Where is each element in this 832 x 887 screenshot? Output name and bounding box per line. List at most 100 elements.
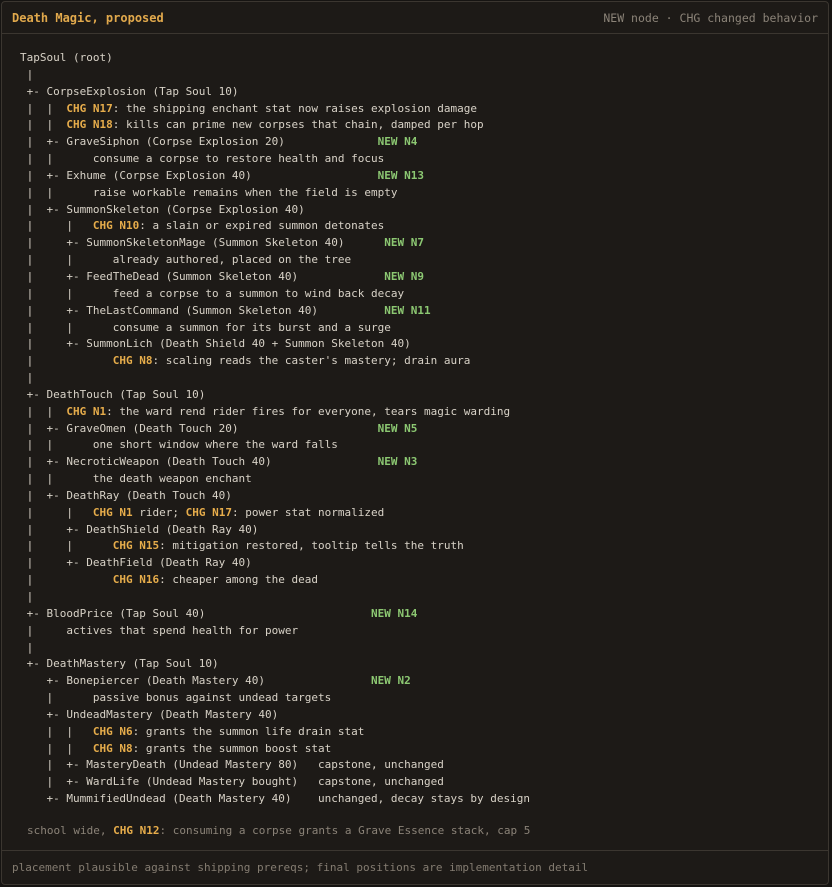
tree-text: | | consume a corpse to restore health a… [20,152,385,166]
tree-line: | +- MasteryDeath (Undead Mastery 80) ca… [20,757,530,774]
tree-line: | +- DeathRay (Death Touch 40) [20,488,530,505]
tree-text: | | [20,118,67,132]
tree-text: | [20,640,34,654]
tree-text: | +- GraveOmen (Death Touch 20) [20,421,378,435]
new-tag: NEW N9 [384,269,424,283]
chg-tag: CHG N17 [185,505,232,519]
tree-line: | +- TheLastCommand (Summon Skeleton 40)… [20,303,530,320]
tree-line: +- DeathMastery (Tap Soul 10) [20,656,530,673]
chg-tag: CHG N18 [66,118,113,132]
tree-text: | +- DeathRay (Death Touch 40) [20,488,232,502]
note-text: : consuming a corpse grants a Grave Esse… [159,824,531,837]
tree-line: | passive bonus against undead targets [20,690,530,707]
panel-footer: placement plausible against shipping pre… [2,850,828,884]
panel-header: Death Magic, proposed NEW node · CHG cha… [2,2,828,34]
tree-text: : scaling reads the caster's mastery; dr… [152,354,471,368]
tree-text: | | [20,101,67,115]
tree-line: +- DeathTouch (Tap Soul 10) [20,387,530,404]
panel-title: Death Magic, proposed [12,10,164,25]
diagram-panel: Death Magic, proposed NEW node · CHG cha… [1,1,829,885]
tree-text: | +- SummonSkeleton (Corpse Explosion 40… [20,202,305,216]
new-tag: NEW N13 [377,168,424,182]
tree-text: | | already authored, placed on the tree [20,253,352,267]
tree-text: +- Bonepiercer (Death Mastery 40) [20,674,371,688]
tree-line: | [20,67,530,84]
new-tag: NEW N5 [377,421,418,435]
tree-text: | [20,371,34,385]
tree-text: : the shipping enchant stat now raises e… [112,101,477,115]
tree-line: | | already authored, placed on the tree [20,252,530,269]
tree-text: | [20,573,113,587]
tree-text: | passive bonus against undead targets [20,691,332,705]
tree-line: | | the death weapon enchant [20,471,530,488]
chg-tag: CHG N6 [92,724,133,738]
chg-tag: CHG N1 [66,404,107,418]
chg-tag: CHG N10 [92,219,140,233]
tree-line: TapSoul (root) [20,50,530,67]
tree-text: | +- GraveSiphon (Corpse Explosion 20) [20,135,378,149]
tree-text: | | one short window where the ward fall… [20,438,338,452]
tree-line: | +- Exhume (Corpse Explosion 40) NEW N1… [20,168,530,185]
chg-tag: CHG N16 [112,573,160,587]
tree-text: | actives that spend health for power [20,623,299,637]
tree-text: | +- DeathField (Death Ray 40) [20,556,252,570]
tree-line: | | CHG N1 rider; CHG N17: power stat no… [20,505,530,522]
tree-line: | +- GraveSiphon (Corpse Explosion 20) N… [20,134,530,151]
tree-line: | [20,589,530,606]
tree-text: | | [20,505,93,519]
note-prefix: school wide, [27,824,114,837]
tree-line: | [20,370,530,387]
chg-tag: CHG N15 [112,539,160,553]
tree-text: | +- MasteryDeath (Undead Mastery 80) ca… [20,758,444,772]
tree-line: | actives that spend health for power [20,623,530,640]
new-tag: NEW N2 [371,674,411,688]
tree-line: +- Bonepiercer (Death Mastery 40) NEW N2 [20,673,530,690]
tree-text: TapSoul (root) [20,51,113,64]
tree-line: | | CHG N8: grants the summon boost stat [20,741,530,758]
tree-line: | [20,640,530,657]
tree-text: : grants the summon life drain stat [132,724,365,738]
chg-tag: CHG N8 [92,741,133,755]
tree-line: | CHG N16: cheaper among the dead [20,572,530,589]
tree-line: | +- SummonSkeletonMage (Summon Skeleton… [20,235,530,252]
new-tag: NEW N3 [377,455,418,469]
tree-line: | +- SummonLich (Death Shield 40 + Summo… [20,336,530,353]
tree-line: | +- FeedTheDead (Summon Skeleton 40) NE… [20,269,530,286]
tree-text: : kills can prime new corpses that chain… [112,118,484,132]
legend: NEW node · CHG changed behavior [603,10,818,25]
tree-line: | +- DeathField (Death Ray 40) [20,555,530,572]
tree-text: : power stat normalized [231,505,385,519]
new-tag: NEW N4 [377,135,418,149]
chg-tag: CHG N12 [113,824,160,837]
tree-text: | +- SummonLich (Death Shield 40 + Summo… [20,337,411,351]
tree-text: : mitigation restored, tooltip tells the… [159,539,464,553]
tree-text: | | [20,404,67,418]
tree-text: +- BloodPrice (Tap Soul 40) [20,606,371,620]
tree-line: | +- GraveOmen (Death Touch 20) NEW N5 [20,421,530,438]
tree-line: | | CHG N6: grants the summon life drain… [20,724,530,741]
tree-text: | | feed a corpse to a summon to wind ba… [20,286,405,300]
tree-text: | +- FeedTheDead (Summon Skeleton 40) [20,269,385,283]
tree-line: | +- DeathShield (Death Ray 40) [20,522,530,539]
tree-text: : grants the summon boost stat [132,741,332,755]
tree-text: : the ward rend rider fires for everyone… [106,404,511,418]
chg-tag: CHG N8 [112,354,153,368]
tree-text: | [20,67,34,81]
chg-tag: CHG N1 [92,505,133,519]
tree-text: | +- SummonSkeletonMage (Summon Skeleton… [20,236,385,250]
tree-text: | +- DeathShield (Death Ray 40) [20,522,259,536]
tree-line: | | CHG N18: kills can prime new corpses… [20,117,530,134]
tree-line: | | consume a corpse to restore health a… [20,151,530,168]
tree-line: | | CHG N1: the ward rend rider fires fo… [20,404,530,421]
tree-text: : a slain or expired summon detonates [139,219,385,233]
tree-line: | | consume a summon for its burst and a… [20,320,530,337]
tree-line: +- BloodPrice (Tap Soul 40) NEW N14 [20,606,530,623]
tree-text: | +- Exhume (Corpse Explosion 40) [20,168,378,182]
tree-text: rider; [132,505,186,519]
tree-line: | | CHG N10: a slain or expired summon d… [20,218,530,235]
new-tag: NEW N7 [384,236,424,250]
tree-line: | | CHG N17: the shipping enchant stat n… [20,101,530,118]
tree-line: +- UndeadMastery (Death Mastery 40) [20,707,530,724]
chg-tag: CHG N17 [66,101,113,115]
skill-tree: TapSoul (root) | +- CorpseExplosion (Tap… [20,50,530,808]
